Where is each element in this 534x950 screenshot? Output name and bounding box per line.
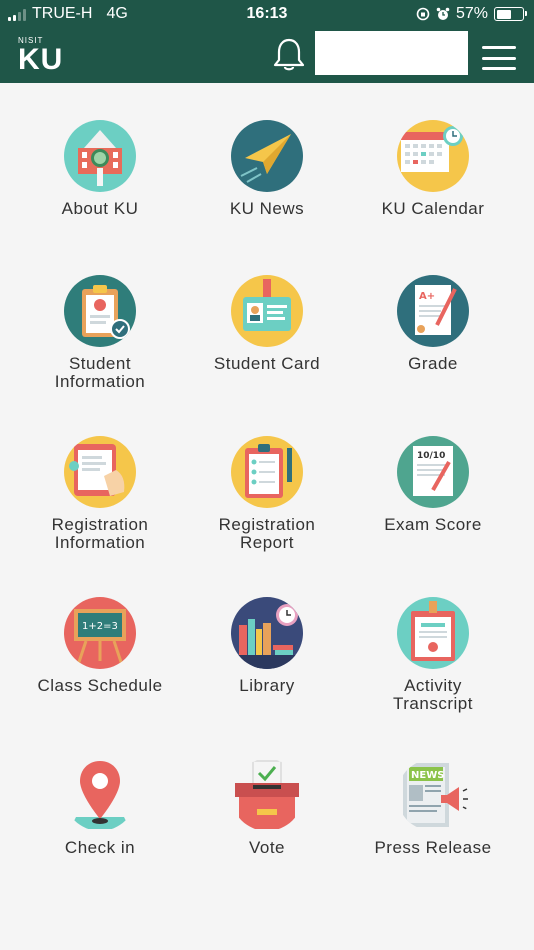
menu-label: About KU bbox=[61, 199, 139, 218]
certificate-icon bbox=[397, 597, 469, 669]
status-right: 57% bbox=[416, 5, 527, 23]
notification-bell-icon[interactable] bbox=[272, 37, 306, 73]
menu-item-activity-transcript[interactable]: Activity Transcript bbox=[348, 597, 518, 713]
menu-label: Check in bbox=[64, 838, 136, 857]
checklist-clipboard-icon bbox=[231, 436, 303, 508]
newspaper-megaphone-icon: NEWS bbox=[397, 759, 469, 831]
menu-label: Student Information bbox=[54, 354, 146, 391]
nisit-ku-logo[interactable]: NISIT KU bbox=[18, 36, 63, 75]
chalkboard-icon: 1+2=3 bbox=[64, 597, 136, 669]
menu-label: Class Schedule bbox=[37, 676, 163, 695]
svg-text:1+2=3: 1+2=3 bbox=[82, 621, 118, 632]
menu-label: Registration Report bbox=[218, 515, 316, 552]
app-header: NISIT KU bbox=[0, 28, 534, 83]
menu-label: Library bbox=[239, 676, 295, 695]
svg-text:NEWS: NEWS bbox=[411, 770, 444, 781]
menu-item-student-information[interactable]: Student Information bbox=[15, 275, 185, 391]
menu-label: KU News bbox=[229, 199, 305, 218]
hamburger-line bbox=[482, 46, 516, 49]
status-bar: TRUE-H 4G 16:13 57% bbox=[0, 0, 534, 28]
ballot-box-icon bbox=[231, 759, 303, 831]
search-input[interactable] bbox=[315, 31, 468, 75]
svg-text:10/10: 10/10 bbox=[417, 451, 445, 461]
menu-label: Press Release bbox=[374, 838, 492, 857]
menu-item-ku-calendar[interactable]: KU Calendar bbox=[348, 120, 518, 218]
svg-text:A+: A+ bbox=[419, 291, 435, 302]
calendar-icon bbox=[397, 120, 469, 192]
grade-paper-icon: A+ bbox=[397, 275, 469, 347]
tablet-hand-icon bbox=[64, 436, 136, 508]
menu-label: KU Calendar bbox=[381, 199, 485, 218]
paper-plane-icon bbox=[231, 120, 303, 192]
menu-item-check-in[interactable]: Check in bbox=[15, 759, 185, 857]
books-clock-icon bbox=[231, 597, 303, 669]
menu-item-registration-information[interactable]: Registration Information bbox=[15, 436, 185, 552]
hamburger-menu-button[interactable] bbox=[482, 46, 516, 70]
menu-item-vote[interactable]: Vote bbox=[182, 759, 352, 857]
menu-item-ku-news[interactable]: KU News bbox=[182, 120, 352, 218]
exam-paper-icon: 10/10 bbox=[397, 436, 469, 508]
menu-label: Student Card bbox=[213, 354, 321, 373]
menu-item-about-ku[interactable]: About KU bbox=[15, 120, 185, 218]
hamburger-line bbox=[482, 67, 516, 70]
menu-item-exam-score[interactable]: 10/10 Exam Score bbox=[348, 436, 518, 534]
menu-item-student-card[interactable]: Student Card bbox=[182, 275, 352, 373]
menu-label: Registration Information bbox=[51, 515, 149, 552]
alarm-clock-icon bbox=[436, 7, 450, 20]
id-card-icon bbox=[231, 275, 303, 347]
battery-fill bbox=[496, 9, 511, 19]
clipboard-profile-icon bbox=[64, 275, 136, 347]
menu-item-class-schedule[interactable]: 1+2=3 Class Schedule bbox=[15, 597, 185, 695]
menu-item-grade[interactable]: A+ Grade bbox=[348, 275, 518, 373]
menu-label: Vote bbox=[248, 838, 286, 857]
university-building-icon bbox=[64, 120, 136, 192]
menu-label: Activity Transcript bbox=[393, 676, 473, 713]
menu-item-press-release[interactable]: NEWS Press Release bbox=[348, 759, 518, 857]
menu-item-library[interactable]: Library bbox=[182, 597, 352, 695]
menu-item-registration-report[interactable]: Registration Report bbox=[182, 436, 352, 552]
logo-main-text: KU bbox=[18, 43, 64, 76]
hamburger-line bbox=[482, 56, 516, 60]
map-pin-icon bbox=[64, 759, 136, 831]
battery-icon bbox=[494, 7, 527, 21]
orientation-lock-icon bbox=[416, 7, 430, 21]
menu-label: Grade bbox=[408, 354, 458, 373]
menu-label: Exam Score bbox=[384, 515, 482, 534]
battery-percentage: 57% bbox=[455, 5, 488, 22]
